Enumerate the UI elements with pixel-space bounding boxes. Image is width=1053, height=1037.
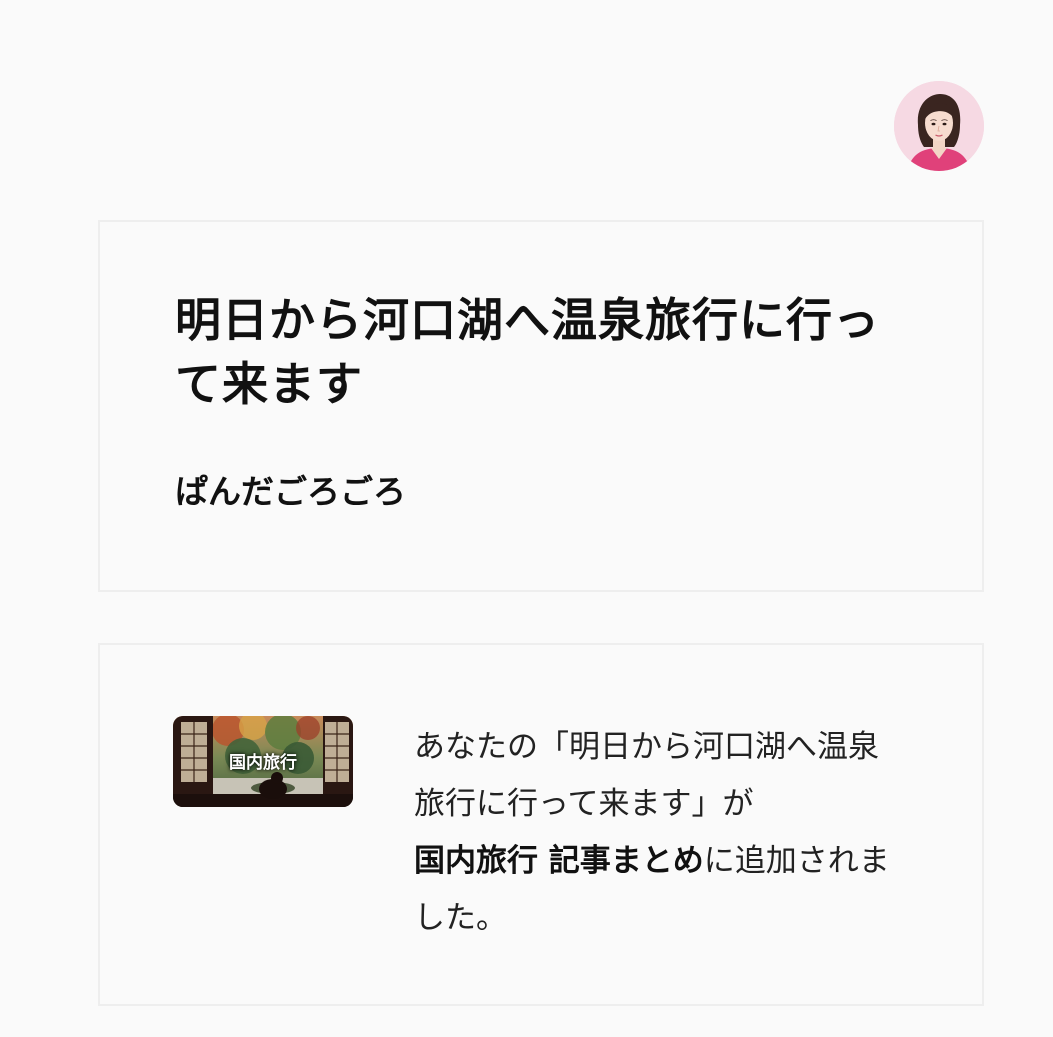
woman-portrait-icon [894,81,984,171]
magazine-link[interactable]: 国内旅行 記事まとめ [414,843,704,879]
notification-message: あなたの「明日から河口湖へ温泉旅行に行って来ます」が 国内旅行 記事まとめに追加さ… [414,719,894,947]
magazine-thumbnail[interactable]: 国内旅行 [173,716,353,807]
thumbnail-label: 国内旅行 [229,753,297,773]
message-prefix: あなたの「明日から河口湖へ温泉旅行に行って来ます」が [414,729,879,822]
article-title[interactable]: 明日から河口湖へ温泉旅行に行って来ます [175,288,895,416]
article-author[interactable]: ぱんだごろごろ [175,470,406,514]
magazine-notification-card: 国内旅行 あなたの「明日から河口湖へ温泉旅行に行って来ます」が国内旅行 記事まと… [98,643,984,1006]
article-card[interactable]: 明日から河口湖へ温泉旅行に行って来ます ぱんだごろごろ [98,220,984,592]
user-avatar[interactable] [894,81,984,171]
